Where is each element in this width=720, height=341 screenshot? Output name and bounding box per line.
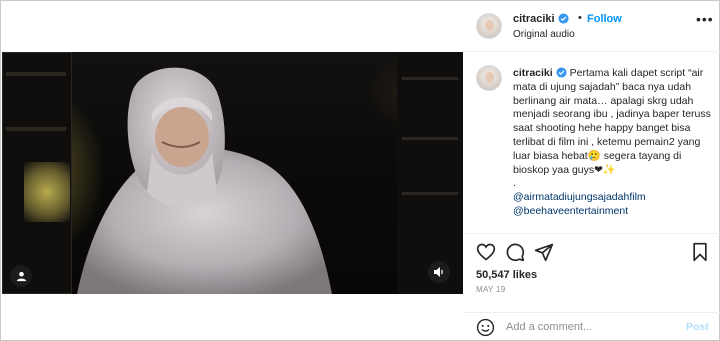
mention-link[interactable]: @airmatadiujungsajadahfilm xyxy=(513,191,713,205)
mention-link[interactable]: @beehaveentertainment xyxy=(513,205,713,219)
separator-dot: • xyxy=(578,12,582,24)
avatar[interactable] xyxy=(476,13,502,39)
post-header: citraciki • Follow Original audio ••• xyxy=(464,1,720,52)
verified-badge-icon xyxy=(556,67,567,78)
avatar[interactable] xyxy=(476,65,502,91)
likes-count[interactable]: 50,547 likes xyxy=(476,269,537,281)
username-label[interactable]: citraciki xyxy=(513,13,555,25)
audio-link[interactable]: Original audio xyxy=(513,29,575,40)
instagram-post-dialog: citraciki • Follow Original audio ••• ci… xyxy=(0,0,720,341)
comment-icon[interactable] xyxy=(505,242,525,262)
action-bar: 50,547 likes MAY 19 xyxy=(464,233,720,313)
share-icon[interactable] xyxy=(534,242,554,262)
caption-section: citraciki Pertama kali dapet script “air… xyxy=(464,53,720,233)
caption-username[interactable]: citraciki xyxy=(513,67,553,79)
post-comment-button[interactable]: Post xyxy=(686,321,709,333)
bookmark-icon[interactable] xyxy=(690,242,710,262)
speaker-icon[interactable] xyxy=(428,261,450,283)
follow-button[interactable]: Follow xyxy=(587,13,622,25)
post-date[interactable]: MAY 19 xyxy=(476,285,506,294)
verified-badge-icon xyxy=(558,13,569,24)
author-username[interactable]: citraciki xyxy=(513,13,569,25)
comment-input[interactable] xyxy=(506,319,676,335)
woman-in-white-hijab xyxy=(77,67,332,294)
tagged-people-icon[interactable] xyxy=(10,265,32,287)
more-options-icon[interactable]: ••• xyxy=(696,11,714,27)
caption-body: Pertama kali dapet script “air mata di u… xyxy=(513,67,711,190)
comment-bar: Post xyxy=(464,312,720,341)
heart-icon[interactable] xyxy=(476,242,496,262)
emoji-icon[interactable] xyxy=(476,318,495,337)
caption-text: citraciki Pertama kali dapet script “air… xyxy=(513,67,713,219)
post-video[interactable] xyxy=(2,52,463,294)
